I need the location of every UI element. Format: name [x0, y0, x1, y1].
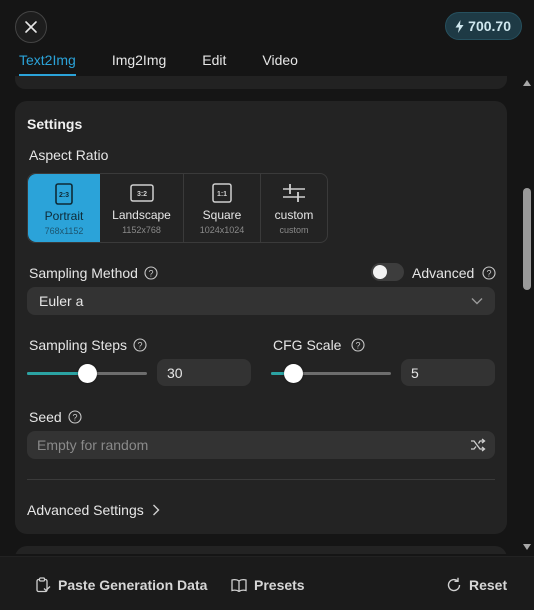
close-button[interactable]: [15, 11, 47, 43]
svg-text:?: ?: [148, 269, 153, 279]
bottom-toolbar: Paste Generation Data Presets Reset: [0, 556, 534, 610]
clipboard-icon: [36, 577, 51, 593]
advanced-settings-toggle[interactable]: Advanced Settings: [27, 502, 160, 518]
portrait-ratio-icon: 2:3: [55, 183, 73, 205]
help-icon[interactable]: ?: [144, 266, 158, 280]
cfg-scale-label-text: CFG Scale: [273, 337, 342, 353]
cfg-scale-input[interactable]: 5: [401, 359, 495, 386]
credits-badge[interactable]: 700.70: [445, 12, 522, 40]
square-ratio-icon: 1:1: [212, 182, 232, 204]
paste-generation-data-button[interactable]: Paste Generation Data: [35, 577, 207, 593]
aspect-option-name: Portrait: [44, 209, 84, 223]
aspect-option-name: Square: [202, 208, 242, 222]
help-icon[interactable]: ?: [133, 338, 147, 352]
scrollbar[interactable]: [520, 76, 534, 554]
chevron-down-icon: [471, 298, 483, 305]
scroll-up-arrow[interactable]: [523, 80, 531, 86]
aspect-option-custom[interactable]: custom custom: [261, 174, 327, 242]
previous-card: [15, 76, 507, 89]
aspect-ratio-label: Aspect Ratio: [29, 147, 108, 163]
tab-video[interactable]: Video: [262, 46, 298, 76]
aspect-option-name: Landscape: [112, 208, 171, 222]
aspect-option-square[interactable]: 1:1 Square 1024x1024: [184, 174, 261, 242]
presets-label: Presets: [254, 577, 305, 593]
chevron-right-icon: [152, 504, 160, 516]
credits-value: 700.70: [468, 18, 511, 34]
advanced-toggle[interactable]: [371, 263, 404, 281]
sampling-method-label: Sampling Method ?: [29, 265, 158, 281]
sampling-method-value: Euler a: [39, 293, 84, 309]
help-icon[interactable]: ?: [68, 410, 82, 424]
slider-thumb[interactable]: [284, 364, 304, 383]
advanced-label-text: Advanced: [412, 265, 475, 281]
sampling-method-select[interactable]: Euler a: [27, 287, 495, 315]
next-card: [15, 546, 507, 554]
advanced-settings-label: Advanced Settings: [27, 502, 144, 518]
landscape-ratio-icon: 3:2: [129, 182, 154, 204]
seed-input[interactable]: Empty for random: [27, 431, 495, 459]
scroll-down-arrow[interactable]: [523, 544, 531, 550]
sampling-steps-label-text: Sampling Steps: [29, 337, 128, 353]
sampling-steps-slider[interactable]: [27, 364, 147, 383]
svg-text:?: ?: [72, 413, 77, 423]
cfg-scale-label: CFG Scale ?: [273, 337, 366, 353]
seed-label-text: Seed: [29, 409, 62, 425]
seed-label: Seed ?: [29, 409, 82, 425]
shuffle-icon[interactable]: [470, 438, 486, 452]
aspect-option-dims: 1024x1024: [199, 225, 245, 235]
aspect-option-dims: 768x1152: [44, 226, 84, 236]
sampling-steps-input[interactable]: 30: [157, 359, 251, 386]
svg-text:1:1: 1:1: [217, 191, 227, 198]
help-icon[interactable]: ?: [482, 266, 496, 280]
aspect-ratio-selector: 2:3 Portrait 768x1152 3:2 Landscape 1152…: [27, 173, 328, 243]
scrollbar-thumb[interactable]: [523, 188, 531, 290]
paste-label: Paste Generation Data: [58, 577, 208, 593]
svg-text:2:3: 2:3: [59, 192, 69, 199]
tab-img2img[interactable]: Img2Img: [112, 46, 166, 76]
aspect-option-dims: custom: [279, 225, 309, 235]
book-icon: [231, 579, 247, 592]
aspect-ratio-label-text: Aspect Ratio: [29, 147, 109, 163]
settings-title: Settings: [27, 116, 83, 132]
reset-icon: [447, 577, 461, 592]
cfg-scale-slider[interactable]: [271, 364, 391, 383]
seed-placeholder: Empty for random: [37, 437, 149, 453]
reset-button[interactable]: Reset: [446, 577, 507, 593]
mode-tabs: Text2Img Img2Img Edit Video: [0, 46, 534, 76]
presets-button[interactable]: Presets: [231, 577, 305, 593]
svg-text:?: ?: [487, 269, 492, 279]
tab-edit[interactable]: Edit: [202, 46, 226, 76]
aspect-option-name: custom: [274, 208, 314, 222]
advanced-label: Advanced ?: [412, 265, 496, 281]
svg-text:?: ?: [356, 341, 361, 351]
aspect-option-landscape[interactable]: 3:2 Landscape 1152x768: [100, 174, 184, 242]
sliders-icon: [282, 182, 306, 204]
app-window: 700.70 Text2Img Img2Img Edit Video Setti…: [0, 0, 534, 610]
sampling-steps-value: 30: [167, 364, 183, 381]
settings-card: Settings Aspect Ratio 2:3 Portrait 768x1…: [15, 101, 507, 534]
aspect-option-portrait[interactable]: 2:3 Portrait 768x1152: [28, 174, 100, 242]
reset-label: Reset: [469, 577, 508, 593]
settings-scroll-area: Settings Aspect Ratio 2:3 Portrait 768x1…: [0, 76, 534, 554]
cfg-scale-value: 5: [411, 364, 419, 381]
close-icon: [25, 21, 37, 33]
aspect-option-dims: 1152x768: [122, 225, 161, 235]
sampling-steps-label: Sampling Steps ?: [29, 337, 147, 353]
tab-text2img[interactable]: Text2Img: [19, 46, 76, 76]
slider-thumb[interactable]: [77, 364, 97, 383]
help-icon[interactable]: ?: [351, 338, 366, 352]
lightning-icon: [455, 19, 464, 33]
sampling-method-label-text: Sampling Method: [29, 265, 138, 281]
svg-text:?: ?: [138, 341, 143, 351]
divider: [27, 479, 495, 480]
svg-text:3:2: 3:2: [136, 191, 146, 198]
